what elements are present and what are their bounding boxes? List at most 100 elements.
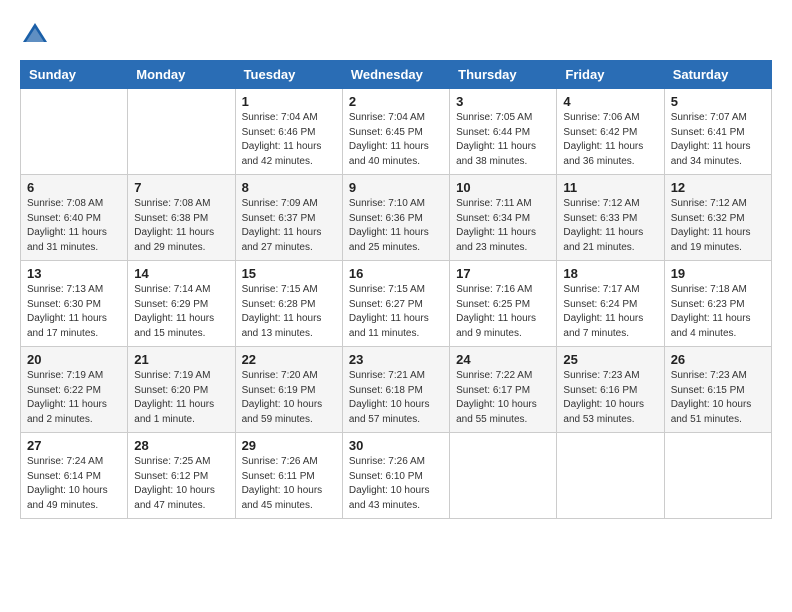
day-number: 7 [134,180,228,195]
day-info: Sunrise: 7:14 AM Sunset: 6:29 PM Dayligh… [134,283,228,341]
day-cell [664,433,771,519]
day-info: Sunrise: 7:20 AM Sunset: 6:19 PM Dayligh… [242,369,336,427]
day-cell: 19 Sunrise: 7:18 AM Sunset: 6:23 PM Dayli… [664,261,771,347]
day-cell [557,433,664,519]
day-number: 15 [242,266,336,281]
day-info: Sunrise: 7:04 AM Sunset: 6:45 PM Dayligh… [349,111,443,169]
day-info: Sunrise: 7:26 AM Sunset: 6:10 PM Dayligh… [349,455,443,513]
day-info: Sunrise: 7:19 AM Sunset: 6:20 PM Dayligh… [134,369,228,427]
weekday-header-sunday: Sunday [21,61,128,89]
day-cell [21,89,128,175]
day-cell: 27 Sunrise: 7:24 AM Sunset: 6:14 PM Dayli… [21,433,128,519]
weekday-header-wednesday: Wednesday [342,61,449,89]
day-cell [128,89,235,175]
day-number: 9 [349,180,443,195]
weekday-header-saturday: Saturday [664,61,771,89]
day-cell: 12 Sunrise: 7:12 AM Sunset: 6:32 PM Dayli… [664,175,771,261]
day-cell: 26Sunrise: 7:23 AM Sunset: 6:15 PM Dayli… [664,347,771,433]
day-cell: 3 Sunrise: 7:05 AM Sunset: 6:44 PM Daylig… [450,89,557,175]
day-cell: 8Sunrise: 7:09 AM Sunset: 6:37 PM Daylig… [235,175,342,261]
day-cell: 29 Sunrise: 7:26 AM Sunset: 6:11 PM Dayli… [235,433,342,519]
day-cell: 4 Sunrise: 7:06 AM Sunset: 6:42 PM Daylig… [557,89,664,175]
day-cell: 7 Sunrise: 7:08 AM Sunset: 6:38 PM Daylig… [128,175,235,261]
day-cell: 23 Sunrise: 7:21 AM Sunset: 6:18 PM Dayli… [342,347,449,433]
day-info: Sunrise: 7:25 AM Sunset: 6:12 PM Dayligh… [134,455,228,513]
day-number: 12 [671,180,765,195]
day-info: Sunrise: 7:06 AM Sunset: 6:42 PM Dayligh… [563,111,657,169]
day-number: 3 [456,94,550,109]
day-number: 27 [27,438,121,453]
day-info: Sunrise: 7:10 AM Sunset: 6:36 PM Dayligh… [349,197,443,255]
day-info: Sunrise: 7:08 AM Sunset: 6:40 PM Dayligh… [27,197,121,255]
day-info: Sunrise: 7:18 AM Sunset: 6:23 PM Dayligh… [671,283,765,341]
day-cell [450,433,557,519]
day-number: 29 [242,438,336,453]
day-number: 5 [671,94,765,109]
day-cell: 18 Sunrise: 7:17 AM Sunset: 6:24 PM Dayli… [557,261,664,347]
day-cell: 24 Sunrise: 7:22 AM Sunset: 6:17 PM Dayli… [450,347,557,433]
day-info: Sunrise: 7:15 AM Sunset: 6:28 PM Dayligh… [242,283,336,341]
day-cell: 30 Sunrise: 7:26 AM Sunset: 6:10 PM Dayli… [342,433,449,519]
day-cell: 13 Sunrise: 7:13 AM Sunset: 6:30 PM Dayli… [21,261,128,347]
day-info: Sunrise: 7:04 AM Sunset: 6:46 PM Dayligh… [242,111,336,169]
day-info: Sunrise: 7:16 AM Sunset: 6:25 PM Dayligh… [456,283,550,341]
day-cell: 15 Sunrise: 7:15 AM Sunset: 6:28 PM Dayli… [235,261,342,347]
day-number: 10 [456,180,550,195]
day-info: Sunrise: 7:23 AM Sunset: 6:15 PM Dayligh… [671,369,765,427]
day-cell: 11 Sunrise: 7:12 AM Sunset: 6:33 PM Dayli… [557,175,664,261]
week-row-4: 20 Sunrise: 7:19 AM Sunset: 6:22 PM Dayli… [21,347,772,433]
day-cell: 1 Sunrise: 7:04 AM Sunset: 6:46 PM Daylig… [235,89,342,175]
day-cell: 20 Sunrise: 7:19 AM Sunset: 6:22 PM Dayli… [21,347,128,433]
day-number: 28 [134,438,228,453]
day-number: 4 [563,94,657,109]
day-number: 22 [242,352,336,367]
day-number: 24 [456,352,550,367]
day-info: Sunrise: 7:12 AM Sunset: 6:33 PM Dayligh… [563,197,657,255]
day-number: 13 [27,266,121,281]
day-number: 17 [456,266,550,281]
day-cell: 22 Sunrise: 7:20 AM Sunset: 6:19 PM Dayli… [235,347,342,433]
day-info: Sunrise: 7:12 AM Sunset: 6:32 PM Dayligh… [671,197,765,255]
day-cell: 28 Sunrise: 7:25 AM Sunset: 6:12 PM Dayli… [128,433,235,519]
logo [20,20,54,50]
weekday-header-row: SundayMondayTuesdayWednesdayThursdayFrid… [21,61,772,89]
day-cell: 21 Sunrise: 7:19 AM Sunset: 6:20 PM Dayli… [128,347,235,433]
day-info: Sunrise: 7:26 AM Sunset: 6:11 PM Dayligh… [242,455,336,513]
day-info: Sunrise: 7:19 AM Sunset: 6:22 PM Dayligh… [27,369,121,427]
day-info: Sunrise: 7:08 AM Sunset: 6:38 PM Dayligh… [134,197,228,255]
week-row-5: 27 Sunrise: 7:24 AM Sunset: 6:14 PM Dayli… [21,433,772,519]
week-row-1: 1 Sunrise: 7:04 AM Sunset: 6:46 PM Daylig… [21,89,772,175]
day-number: 16 [349,266,443,281]
day-number: 19 [671,266,765,281]
week-row-3: 13 Sunrise: 7:13 AM Sunset: 6:30 PM Dayli… [21,261,772,347]
day-cell: 25 Sunrise: 7:23 AM Sunset: 6:16 PM Dayli… [557,347,664,433]
day-number: 25 [563,352,657,367]
day-info: Sunrise: 7:24 AM Sunset: 6:14 PM Dayligh… [27,455,121,513]
weekday-header-thursday: Thursday [450,61,557,89]
day-number: 30 [349,438,443,453]
day-info: Sunrise: 7:09 AM Sunset: 6:37 PM Dayligh… [242,197,336,255]
day-info: Sunrise: 7:21 AM Sunset: 6:18 PM Dayligh… [349,369,443,427]
day-number: 21 [134,352,228,367]
week-row-2: 6Sunrise: 7:08 AM Sunset: 6:40 PM Daylig… [21,175,772,261]
day-info: Sunrise: 7:13 AM Sunset: 6:30 PM Dayligh… [27,283,121,341]
day-cell: 17 Sunrise: 7:16 AM Sunset: 6:25 PM Dayli… [450,261,557,347]
day-cell: 5Sunrise: 7:07 AM Sunset: 6:41 PM Daylig… [664,89,771,175]
day-number: 1 [242,94,336,109]
day-number: 20 [27,352,121,367]
page-header [20,20,772,50]
logo-icon [20,20,50,50]
day-cell: 9 Sunrise: 7:10 AM Sunset: 6:36 PM Daylig… [342,175,449,261]
day-number: 11 [563,180,657,195]
day-number: 23 [349,352,443,367]
day-info: Sunrise: 7:05 AM Sunset: 6:44 PM Dayligh… [456,111,550,169]
day-info: Sunrise: 7:17 AM Sunset: 6:24 PM Dayligh… [563,283,657,341]
day-info: Sunrise: 7:23 AM Sunset: 6:16 PM Dayligh… [563,369,657,427]
calendar-table: SundayMondayTuesdayWednesdayThursdayFrid… [20,60,772,519]
day-cell: 6Sunrise: 7:08 AM Sunset: 6:40 PM Daylig… [21,175,128,261]
weekday-header-monday: Monday [128,61,235,89]
day-number: 18 [563,266,657,281]
weekday-header-friday: Friday [557,61,664,89]
weekday-header-tuesday: Tuesday [235,61,342,89]
day-info: Sunrise: 7:22 AM Sunset: 6:17 PM Dayligh… [456,369,550,427]
